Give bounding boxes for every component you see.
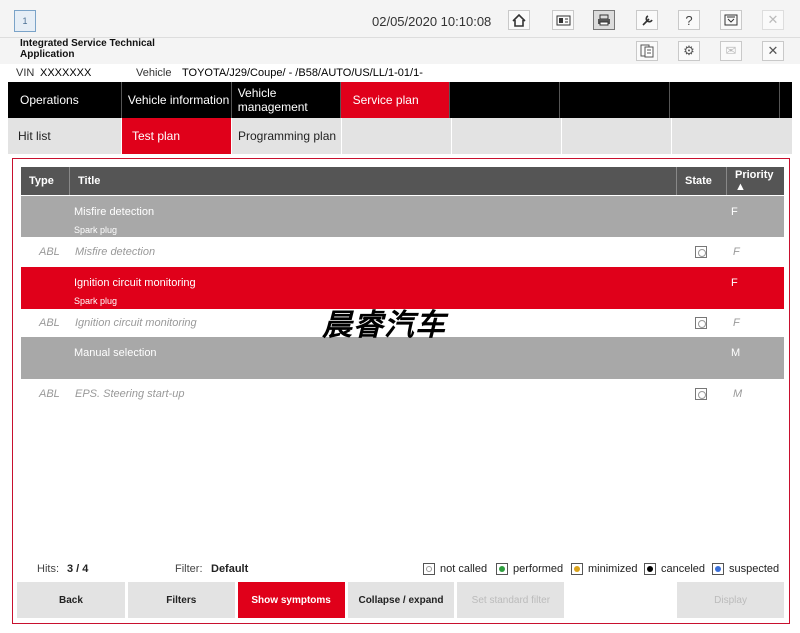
title-bar: Integrated Service Technical Application… bbox=[0, 38, 800, 64]
subnav-empty-4 bbox=[672, 118, 782, 154]
nav-service-plan[interactable]: Service plan bbox=[340, 82, 451, 118]
row-title: Ignition circuit monitoring bbox=[74, 277, 196, 289]
action-bar: Back Filters Show symptoms Collapse / ex… bbox=[17, 582, 787, 618]
main-nav: Operations Vehicle information Vehicle m… bbox=[8, 82, 792, 118]
row-title: EPS. Steering start-up bbox=[75, 388, 185, 400]
print-icon[interactable] bbox=[593, 10, 615, 30]
row-title: Ignition circuit monitoring bbox=[75, 317, 197, 329]
close-session-icon[interactable]: ✕ bbox=[762, 41, 784, 61]
legend-label: suspected bbox=[729, 563, 780, 575]
home-icon[interactable] bbox=[508, 10, 530, 30]
datetime: 02/05/2020 10:10:08 bbox=[372, 14, 492, 29]
table-header: Type Title State Priority ▲ bbox=[21, 167, 784, 195]
minimized-icon bbox=[571, 563, 583, 575]
row-priority: F bbox=[733, 317, 740, 329]
not-called-icon bbox=[423, 563, 435, 575]
hits-label: Hits: bbox=[37, 563, 59, 575]
row-type: ABL bbox=[39, 317, 60, 329]
column-type[interactable]: Type bbox=[21, 167, 70, 195]
set-standard-filter-button[interactable]: Set standard filter bbox=[457, 582, 565, 618]
row-title: Misfire detection bbox=[75, 246, 156, 258]
back-button[interactable]: Back bbox=[17, 582, 125, 618]
tab-programming-plan[interactable]: Programming plan bbox=[232, 118, 342, 154]
filter-label: Filter: bbox=[175, 563, 203, 575]
subnav-empty-3 bbox=[562, 118, 672, 154]
row-title: Manual selection bbox=[74, 347, 157, 359]
nav-vehicle-management[interactable]: Vehicle management bbox=[232, 82, 341, 118]
filters-button[interactable]: Filters bbox=[127, 582, 235, 618]
mail-icon[interactable]: ✉ bbox=[720, 41, 742, 61]
canceled-icon bbox=[644, 563, 656, 575]
nav-empty-2 bbox=[560, 82, 671, 118]
legend-label: not called bbox=[440, 563, 488, 575]
button-spacer bbox=[567, 582, 675, 618]
row-priority: F bbox=[731, 206, 738, 218]
row-subtitle: Spark plug bbox=[74, 296, 118, 306]
nav-empty-3 bbox=[670, 82, 781, 118]
nav-empty-4 bbox=[780, 82, 792, 118]
legend-performed: performed bbox=[496, 563, 563, 575]
nav-empty-1 bbox=[450, 82, 561, 118]
legend-minimized: minimized bbox=[571, 563, 638, 575]
display-button[interactable]: Display bbox=[677, 582, 784, 618]
state-not-called-icon bbox=[695, 246, 707, 258]
help-icon[interactable]: ? bbox=[678, 10, 700, 30]
status-bar: Hits: 3 / 4 Filter: Default not called p… bbox=[21, 559, 784, 579]
subnav-empty-2 bbox=[452, 118, 562, 154]
row-type: ABL bbox=[39, 246, 60, 258]
vehicle-label: Vehicle bbox=[136, 67, 172, 79]
column-priority[interactable]: Priority ▲ bbox=[727, 167, 784, 195]
column-title[interactable]: Title bbox=[70, 167, 677, 195]
row-subtitle: Spark plug bbox=[74, 225, 118, 235]
legend-label: canceled bbox=[661, 563, 706, 575]
test-plan-panel: Type Title State Priority ▲ Misfire dete… bbox=[12, 158, 790, 624]
row-priority: F bbox=[731, 277, 738, 289]
sub-nav: Hit list Test plan Programming plan bbox=[8, 118, 792, 154]
top-toolbar: 1 02/05/2020 10:10:08 ? ✕ bbox=[0, 0, 800, 38]
app-title: Integrated Service Technical Application bbox=[20, 38, 155, 60]
app-icon[interactable]: 1 bbox=[14, 10, 36, 32]
row-priority: M bbox=[733, 388, 743, 400]
tab-hit-list[interactable]: Hit list bbox=[8, 118, 122, 154]
row-type: ABL bbox=[39, 388, 60, 400]
table-row[interactable]: ABL Misfire detection F bbox=[21, 237, 784, 267]
state-not-called-icon bbox=[695, 388, 707, 400]
state-not-called-icon bbox=[695, 317, 707, 329]
column-state[interactable]: State bbox=[677, 167, 727, 195]
show-symptoms-button[interactable]: Show symptoms bbox=[237, 582, 345, 618]
close-icon[interactable]: ✕ bbox=[762, 10, 784, 30]
legend-not-called: not called bbox=[423, 563, 487, 575]
performed-icon bbox=[496, 563, 508, 575]
download-icon[interactable] bbox=[720, 10, 742, 30]
nav-operations[interactable]: Operations bbox=[8, 82, 122, 118]
row-priority: F bbox=[733, 246, 740, 258]
table-row[interactable]: ABL EPS. Steering start-up M bbox=[21, 379, 784, 409]
row-priority: M bbox=[731, 347, 741, 359]
legend-label: performed bbox=[513, 563, 564, 575]
suspected-icon bbox=[712, 563, 724, 575]
collapse-expand-button[interactable]: Collapse / expand bbox=[347, 582, 455, 618]
vin-label: VIN bbox=[16, 67, 35, 79]
document-icon[interactable] bbox=[636, 41, 658, 61]
vehicle-value: TOYOTA/J29/Coupe/ - /B58/AUTO/US/LL/1-01… bbox=[182, 67, 423, 79]
tab-test-plan[interactable]: Test plan bbox=[122, 118, 232, 154]
row-title: Misfire detection bbox=[74, 206, 155, 218]
view-icon[interactable] bbox=[552, 10, 574, 30]
nav-vehicle-information[interactable]: Vehicle information bbox=[122, 82, 232, 118]
hits-value: 3 / 4 bbox=[67, 563, 89, 575]
wrench-icon[interactable] bbox=[636, 10, 658, 30]
subnav-empty-1 bbox=[342, 118, 452, 154]
vehicle-info-bar: VIN XXXXXXX Vehicle TOYOTA/J29/Coupe/ - … bbox=[0, 64, 800, 82]
gear-icon[interactable]: ⚙ bbox=[678, 41, 700, 61]
legend-suspected: suspected bbox=[712, 563, 779, 575]
vin-value: XXXXXXX bbox=[40, 67, 92, 79]
table-row[interactable]: Misfire detection Spark plug F bbox=[21, 196, 784, 237]
legend-label: minimized bbox=[588, 563, 638, 575]
legend-canceled: canceled bbox=[644, 563, 705, 575]
filter-value: Default bbox=[211, 563, 249, 575]
watermark: 晨睿汽车 bbox=[322, 308, 446, 343]
